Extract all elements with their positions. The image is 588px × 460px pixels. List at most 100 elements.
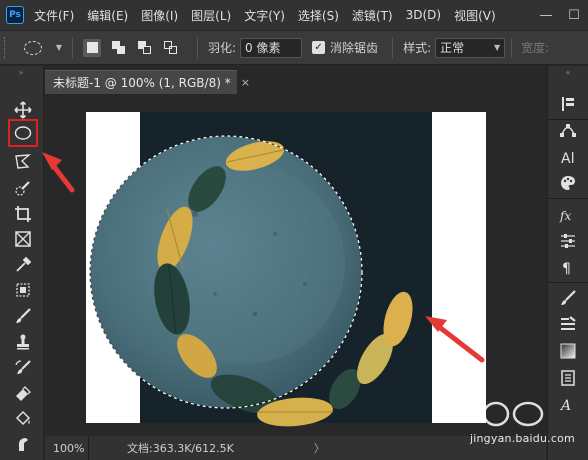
antialias-label: 消除锯齿: [330, 41, 379, 55]
menu-edit[interactable]: 编辑(E): [87, 7, 128, 24]
tools-panel: »: [0, 66, 44, 460]
intersect-selection-icon: [163, 41, 177, 54]
history-brush-tool[interactable]: [11, 356, 35, 380]
paragraph-panel-button[interactable]: ¶: [556, 255, 580, 279]
zoom-level[interactable]: 100%: [45, 436, 89, 460]
feather-label: 羽化:: [208, 41, 237, 55]
close-icon[interactable]: ×: [241, 76, 250, 89]
move-icon: [14, 101, 32, 119]
character-panel-button[interactable]: A: [556, 145, 580, 169]
gradients-panel-button[interactable]: [556, 339, 580, 363]
minimize-button[interactable]: —: [532, 0, 560, 30]
options-grip[interactable]: [4, 36, 12, 59]
color-panel-button[interactable]: [556, 171, 580, 195]
add-to-selection-button[interactable]: [109, 39, 127, 57]
document-tab[interactable]: 未标题-1 @ 100% (1, RGB/8) * ×: [45, 70, 250, 94]
menu-file[interactable]: 文件(F): [34, 7, 74, 24]
smudge-tool[interactable]: [11, 432, 35, 456]
character-icon: A: [561, 151, 574, 166]
menu-view[interactable]: 视图(V): [454, 7, 496, 24]
healing-brush-tool[interactable]: [11, 278, 35, 302]
style-label: 样式:: [403, 41, 432, 55]
brush-tool[interactable]: [11, 304, 35, 328]
gradient-icon: [560, 343, 576, 359]
glyphs-panel-button[interactable]: A: [556, 392, 580, 416]
adjustments-panel-button[interactable]: [556, 229, 580, 253]
options-bar: ▼ 羽化: 0 像素 ✓ 消除锯齿 样式: 正常 ▼ 宽度:: [0, 31, 588, 65]
elliptical-marquee-preset-icon: [24, 40, 42, 55]
divider: [392, 36, 394, 59]
quick-selection-tool[interactable]: [11, 177, 35, 201]
menu-bar: Ps 文件(F) 编辑(E) 图像(I) 图层(L) 文字(Y) 选择(S) 滤…: [0, 0, 588, 30]
new-selection-button[interactable]: [83, 38, 101, 57]
history-icon: [562, 97, 574, 111]
style-select[interactable]: 正常 ▼: [435, 37, 506, 58]
paint-bucket-tool[interactable]: [11, 406, 35, 430]
lasso-tool[interactable]: [11, 150, 35, 174]
elliptical-marquee-tool[interactable]: [8, 119, 38, 147]
brush-icon: [16, 308, 31, 323]
menu-layer[interactable]: 图层(L): [191, 7, 231, 24]
document-size: 文档:363.3K/612.5K: [127, 442, 234, 455]
plate-image: [90, 136, 362, 408]
smudge-icon: [19, 438, 28, 451]
properties-panel-button[interactable]: [556, 366, 580, 390]
photoshop-logo-icon[interactable]: Ps: [6, 6, 24, 24]
menu-3d[interactable]: 3D(D): [406, 8, 441, 22]
tool-presets-panel-button[interactable]: [556, 312, 580, 336]
brush-settings-panel-button[interactable]: [556, 286, 580, 310]
layer-style-panel-button[interactable]: fx: [556, 203, 580, 227]
crop-tool[interactable]: [11, 202, 35, 226]
new-selection-icon: [86, 42, 98, 53]
svg-text:A: A: [561, 151, 571, 166]
subtract-selection-icon: [137, 41, 151, 54]
panel-collapse-icon[interactable]: »: [0, 66, 43, 78]
divider: [548, 282, 588, 283]
eraser-tool[interactable]: [11, 381, 35, 405]
chevron-right-icon[interactable]: 〉: [314, 440, 325, 456]
panel-collapse-icon[interactable]: «: [548, 66, 588, 78]
eyedropper-icon: [16, 256, 32, 272]
menu-type[interactable]: 文字(Y): [244, 7, 285, 24]
feather-input[interactable]: 0 像素: [240, 37, 303, 58]
document-tab-title: 未标题-1 @ 100% (1, RGB/8) *: [53, 76, 231, 90]
divider: [72, 36, 73, 59]
subtract-from-selection-button[interactable]: [135, 39, 153, 57]
document-canvas[interactable]: [45, 94, 546, 436]
frame-tool[interactable]: [11, 227, 35, 251]
palette-icon: [561, 176, 575, 190]
intersect-selection-button[interactable]: [161, 39, 179, 57]
svg-text:fx: fx: [559, 209, 571, 223]
glyphs-icon: A: [559, 398, 571, 413]
menu-filter[interactable]: 滤镜(T): [352, 7, 393, 24]
history-panel-button[interactable]: [556, 92, 580, 116]
antialias-checkbox[interactable]: ✓: [312, 41, 326, 54]
frame-icon: [15, 231, 31, 247]
divider: [197, 36, 198, 59]
sliders-icon: [561, 234, 575, 248]
tools-preset-icon: [561, 316, 576, 330]
eyedropper-tool[interactable]: [11, 253, 35, 277]
quick-selection-icon: [15, 181, 30, 196]
baidu-watermark-logo: [482, 401, 544, 427]
menu-select[interactable]: 选择(S): [298, 7, 339, 24]
menu-image[interactable]: 图像(I): [141, 7, 178, 24]
history-brush-icon: [15, 360, 31, 374]
bandage-icon: [16, 283, 30, 297]
tool-preset-picker[interactable]: ▼: [24, 36, 62, 60]
chevron-down-icon: ▼: [55, 43, 62, 52]
stamp-icon: [17, 334, 29, 350]
pilcrow-icon: ¶: [562, 261, 571, 276]
paths-panel-button[interactable]: [556, 118, 580, 142]
divider: [511, 37, 515, 58]
add-selection-icon: [111, 41, 125, 54]
canvas-workspace[interactable]: [45, 94, 546, 436]
eraser-icon: [16, 386, 31, 401]
clone-stamp-tool[interactable]: [11, 330, 35, 354]
fx-icon: fx: [559, 209, 571, 223]
divider: [548, 198, 588, 199]
chevron-down-icon: ▼: [493, 43, 501, 52]
style-select-value: 正常: [440, 41, 465, 55]
restore-button[interactable]: ☐: [560, 0, 588, 30]
document-icon: [561, 370, 575, 386]
